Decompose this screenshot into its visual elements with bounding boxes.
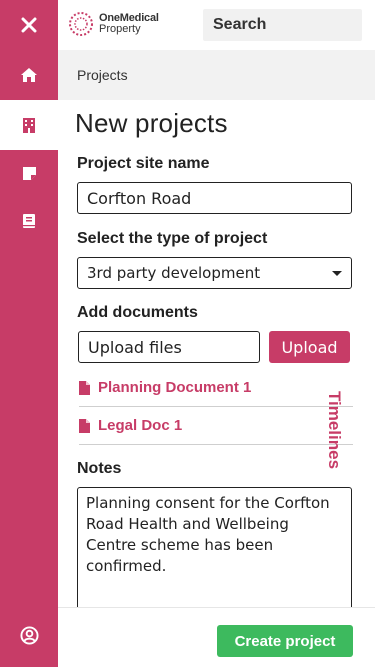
sidebar-item-notes[interactable] [0, 148, 58, 198]
close-icon [21, 17, 37, 33]
breadcrumb: Projects [58, 50, 375, 100]
caret-down-icon [332, 270, 342, 276]
notes-label: Notes [77, 460, 122, 477]
create-project-button[interactable]: Create project [217, 625, 353, 657]
main-content: New projects Project site name Corfton R… [58, 100, 375, 607]
documents-label: Add documents [77, 304, 198, 321]
breadcrumb-projects[interactable]: Projects [77, 67, 128, 83]
upload-files-input[interactable]: Upload files [78, 331, 260, 363]
sidebar-item-home[interactable] [0, 50, 58, 100]
document-name: Legal Doc 1 [98, 417, 183, 434]
close-button[interactable] [0, 0, 58, 50]
header: OneMedical Property [58, 0, 375, 50]
sidebar-item-documents[interactable] [0, 196, 58, 246]
sidebar-item-projects[interactable] [0, 100, 58, 150]
logo[interactable]: OneMedical Property [68, 11, 159, 37]
document-item[interactable]: Planning Document 1 [79, 369, 353, 407]
onemedical-logo-icon [69, 12, 93, 36]
project-type-label: Select the type of project [77, 230, 268, 247]
search-input[interactable] [213, 16, 352, 34]
site-name-input[interactable]: Corfton Road [77, 182, 352, 214]
footer: Create project [58, 607, 375, 667]
sidebar [0, 0, 58, 667]
home-icon [21, 68, 37, 82]
notes-value: Planning consent for the Corfton Road He… [86, 494, 330, 575]
user-circle-icon [19, 625, 39, 645]
page-title: New projects [75, 108, 228, 138]
file-icon [79, 418, 90, 433]
building-icon [23, 117, 35, 133]
sidebar-item-account[interactable] [0, 610, 58, 660]
project-type-select[interactable]: 3rd party development [77, 257, 352, 289]
timelines-tab[interactable]: Timelines [316, 382, 352, 477]
book-icon [23, 214, 35, 228]
site-name-value: Corfton Road [87, 188, 192, 208]
site-name-label: Project site name [77, 155, 210, 172]
search-box[interactable] [203, 9, 362, 41]
timelines-tab-label: Timelines [325, 390, 344, 469]
upload-button[interactable]: Upload [269, 331, 350, 363]
project-type-value: 3rd party development [87, 264, 261, 282]
document-item[interactable]: Legal Doc 1 [79, 407, 353, 445]
document-name: Planning Document 1 [98, 379, 252, 396]
upload-files-text: Upload files [88, 337, 182, 357]
brand-subname: Property [99, 23, 141, 35]
note-icon [22, 166, 36, 180]
file-icon [79, 380, 90, 395]
notes-textarea[interactable]: Planning consent for the Corfton Road He… [77, 487, 352, 607]
